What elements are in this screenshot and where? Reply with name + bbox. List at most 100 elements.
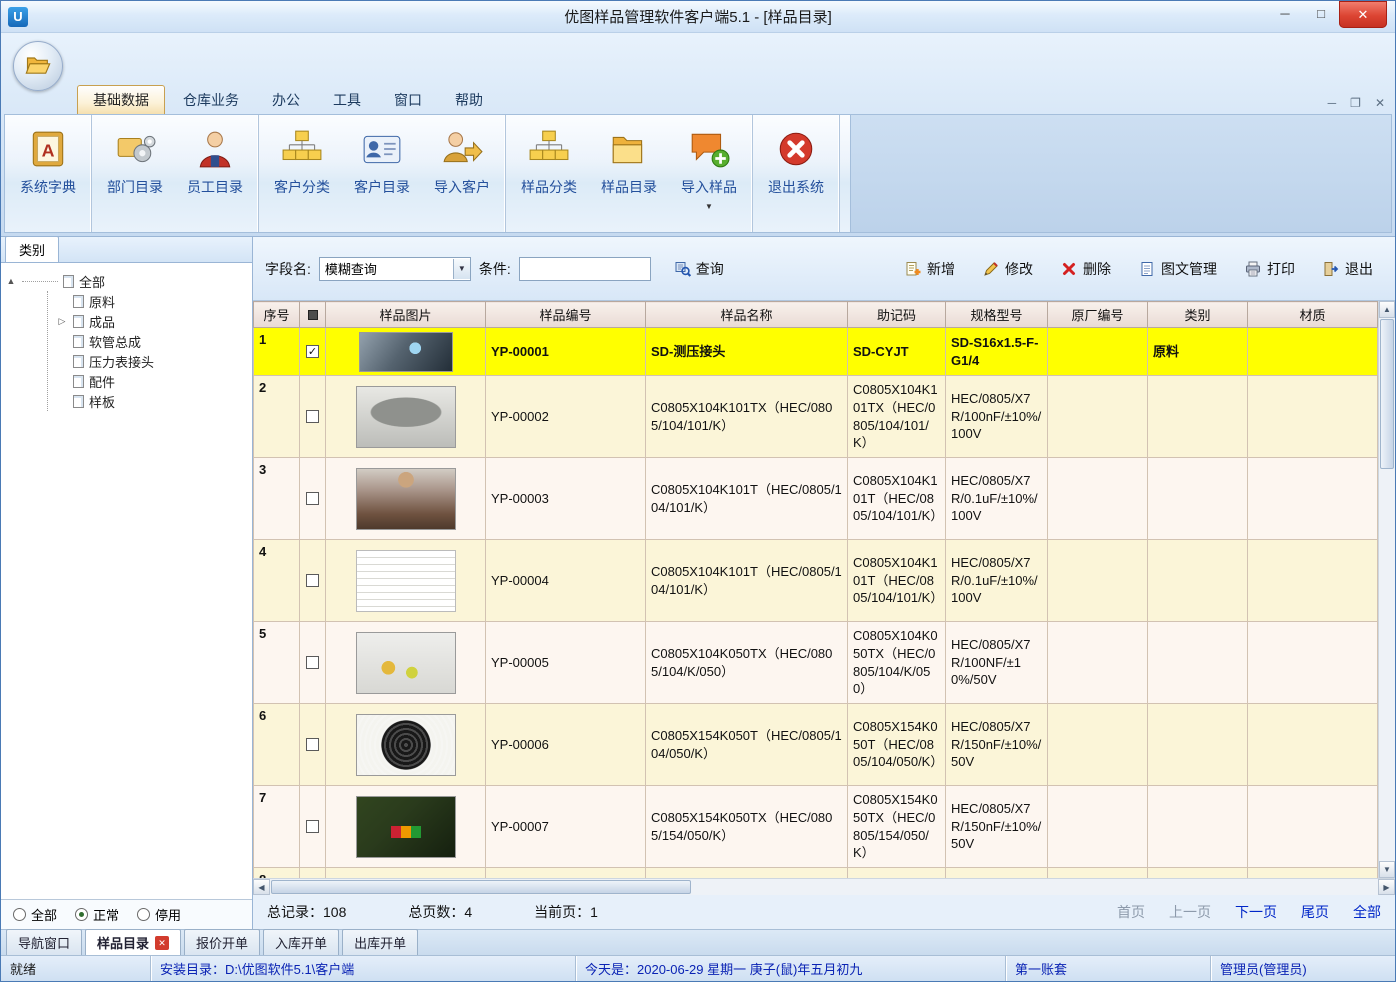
condition-input[interactable] [519, 257, 651, 281]
action-button-0[interactable]: 新增 [905, 259, 955, 279]
category-tab[interactable]: 类别 [5, 236, 59, 262]
tree-item-2[interactable]: 软管总成 [48, 331, 248, 351]
bottom-tab-2[interactable]: 报价开单 [184, 929, 260, 955]
column-header-9[interactable]: 材质 [1248, 302, 1378, 328]
column-header-2[interactable]: 样品图片 [326, 302, 486, 328]
table-row-2[interactable]: 2YP-00002C0805X104K101TX（HEC/0805/104/10… [254, 376, 1378, 458]
close-button[interactable]: ✕ [1339, 1, 1387, 28]
scroll-right-icon[interactable]: ▶ [1378, 879, 1395, 895]
page-link-2[interactable]: 下一页 [1235, 902, 1277, 922]
ribbon-tab-0[interactable]: 基础数据 [77, 85, 165, 114]
column-header-0[interactable]: 序号 [254, 302, 300, 328]
action-button-4[interactable]: 打印 [1245, 259, 1295, 279]
page-link-3[interactable]: 尾页 [1301, 902, 1329, 922]
ribbon-button-4-0[interactable]: 退出系统 [756, 119, 836, 228]
cell-factory-code [1048, 458, 1148, 540]
scroll-down-icon[interactable]: ▼ [1379, 861, 1395, 878]
ribbon-button-1-0[interactable]: 部门目录 [95, 119, 175, 228]
table-row-6[interactable]: 6YP-00006C0805X154K050T（HEC/0805/104/050… [254, 704, 1378, 786]
minimize-button[interactable]: ─ [1267, 1, 1303, 25]
column-header-8[interactable]: 类别 [1148, 302, 1248, 328]
tree-item-0[interactable]: 原料 [48, 291, 248, 311]
mdi-restore-icon[interactable]: ❐ [1350, 96, 1361, 110]
table-row-1[interactable]: 1✓YP-00001SD-测压接头SD-CYJTSD-S16x1.5-F-G1/… [254, 328, 1378, 376]
sample-image [356, 468, 456, 530]
ribbon-tab-2[interactable]: 办公 [257, 86, 315, 114]
ribbon-tab-1[interactable]: 仓库业务 [168, 86, 254, 114]
bottom-tab-4[interactable]: 出库开单 [342, 929, 418, 955]
horizontal-scrollbar[interactable]: ◀ ▶ [253, 878, 1395, 895]
action-button-2[interactable]: 删除 [1061, 259, 1111, 279]
row-checkbox[interactable] [306, 574, 319, 587]
bottom-tab-3[interactable]: 入库开单 [263, 929, 339, 955]
table-row-8[interactable]: 8C0805X334K0 [254, 868, 1378, 879]
vertical-scrollbar[interactable]: ▲ ▼ [1378, 301, 1395, 878]
tab-close-icon[interactable]: ✕ [155, 936, 169, 950]
cell-image [326, 868, 486, 879]
cell-name: C0805X104K101T（HEC/0805/104/101/K） [646, 458, 848, 540]
column-header-1[interactable] [300, 302, 326, 328]
mdi-close-icon[interactable]: ✕ [1375, 96, 1385, 110]
tree-item-3[interactable]: 压力表接头 [48, 351, 248, 371]
column-header-4[interactable]: 样品名称 [646, 302, 848, 328]
cell-name: C0805X104K101T（HEC/0805/104/101/K） [646, 540, 848, 622]
row-checkbox[interactable] [306, 410, 319, 423]
table-row-3[interactable]: 3YP-00003C0805X104K101T（HEC/0805/104/101… [254, 458, 1378, 540]
vertical-scroll-thumb[interactable] [1380, 319, 1394, 469]
ribbon-button-0-0[interactable]: A系统字典 [8, 119, 88, 228]
dropdown-arrow-icon[interactable]: ▼ [705, 204, 713, 210]
ribbon-button-2-2[interactable]: 导入客户 [422, 119, 502, 228]
column-header-5[interactable]: 助记码 [848, 302, 946, 328]
table-row-5[interactable]: 5YP-00005C0805X104K050TX（HEC/0805/104/K/… [254, 622, 1378, 704]
bottom-tab-0[interactable]: 导航窗口 [6, 929, 82, 955]
row-checkbox[interactable]: ✓ [306, 345, 319, 358]
tree-root-item[interactable]: ▲ 全部 [5, 271, 248, 291]
bottom-tab-1[interactable]: 样品目录✕ [85, 929, 181, 955]
cell-material [1248, 328, 1378, 376]
scroll-left-icon[interactable]: ◀ [253, 879, 270, 895]
select-all-checkbox[interactable] [308, 310, 318, 320]
sample-image [359, 332, 453, 372]
tree-collapse-icon[interactable]: ▲ [5, 276, 17, 286]
radio-option-1[interactable]: 正常 [75, 905, 119, 924]
tree-item-5[interactable]: 样板 [48, 391, 248, 411]
row-checkbox[interactable] [306, 492, 319, 505]
radio-option-2[interactable]: 停用 [137, 905, 181, 924]
ribbon-tab-3[interactable]: 工具 [318, 86, 376, 114]
ribbon-button-1-1[interactable]: 员工目录 [175, 119, 255, 228]
row-checkbox[interactable] [306, 820, 319, 833]
radio-option-0[interactable]: 全部 [13, 905, 57, 924]
table-row-7[interactable]: 7YP-00007C0805X154K050TX（HEC/0805/154/05… [254, 786, 1378, 868]
maximize-button[interactable]: □ [1303, 1, 1339, 25]
vertical-scroll-track[interactable] [1379, 470, 1395, 861]
ribbon-tab-4[interactable]: 窗口 [379, 86, 437, 114]
action-button-5[interactable]: 退出 [1323, 259, 1373, 279]
tree-item-4[interactable]: 配件 [48, 371, 248, 391]
mdi-minimize-icon[interactable]: ─ [1328, 96, 1337, 110]
row-checkbox[interactable] [306, 738, 319, 751]
action-button-1[interactable]: 修改 [983, 259, 1033, 279]
action-button-3[interactable]: 图文管理 [1139, 259, 1217, 279]
file-menu-button[interactable] [13, 41, 63, 91]
search-button[interactable]: 查询 [675, 259, 724, 279]
ribbon-tab-5[interactable]: 帮助 [440, 86, 498, 114]
tree-expand-icon[interactable]: ▷ [56, 316, 68, 327]
ribbon-button-2-1[interactable]: 客户目录 [342, 119, 422, 228]
ribbon-button-2-0[interactable]: 客户分类 [262, 119, 342, 228]
cell-category [1148, 786, 1248, 868]
column-header-6[interactable]: 规格型号 [946, 302, 1048, 328]
tree-item-1[interactable]: ▷成品 [48, 311, 248, 331]
page-link-4[interactable]: 全部 [1353, 902, 1381, 922]
table-row-4[interactable]: 4YP-00004C0805X104K101T（HEC/0805/104/101… [254, 540, 1378, 622]
column-header-7[interactable]: 原厂编号 [1048, 302, 1148, 328]
horizontal-scroll-thumb[interactable] [271, 880, 691, 894]
ribbon-button-3-0[interactable]: 样品分类 [509, 119, 589, 228]
field-select[interactable]: 模糊查询 ▼ [319, 257, 471, 281]
ribbon-button-3-2[interactable]: 导入样品▼ [669, 119, 749, 228]
scroll-up-icon[interactable]: ▲ [1379, 301, 1395, 318]
horizontal-scroll-track[interactable] [692, 879, 1378, 895]
column-header-3[interactable]: 样品编号 [486, 302, 646, 328]
ribbon-button-3-1[interactable]: 样品目录 [589, 119, 669, 228]
row-checkbox[interactable] [306, 656, 319, 669]
bottom-tab-bar: 导航窗口样品目录✕报价开单入库开单出库开单 [1, 929, 1395, 955]
